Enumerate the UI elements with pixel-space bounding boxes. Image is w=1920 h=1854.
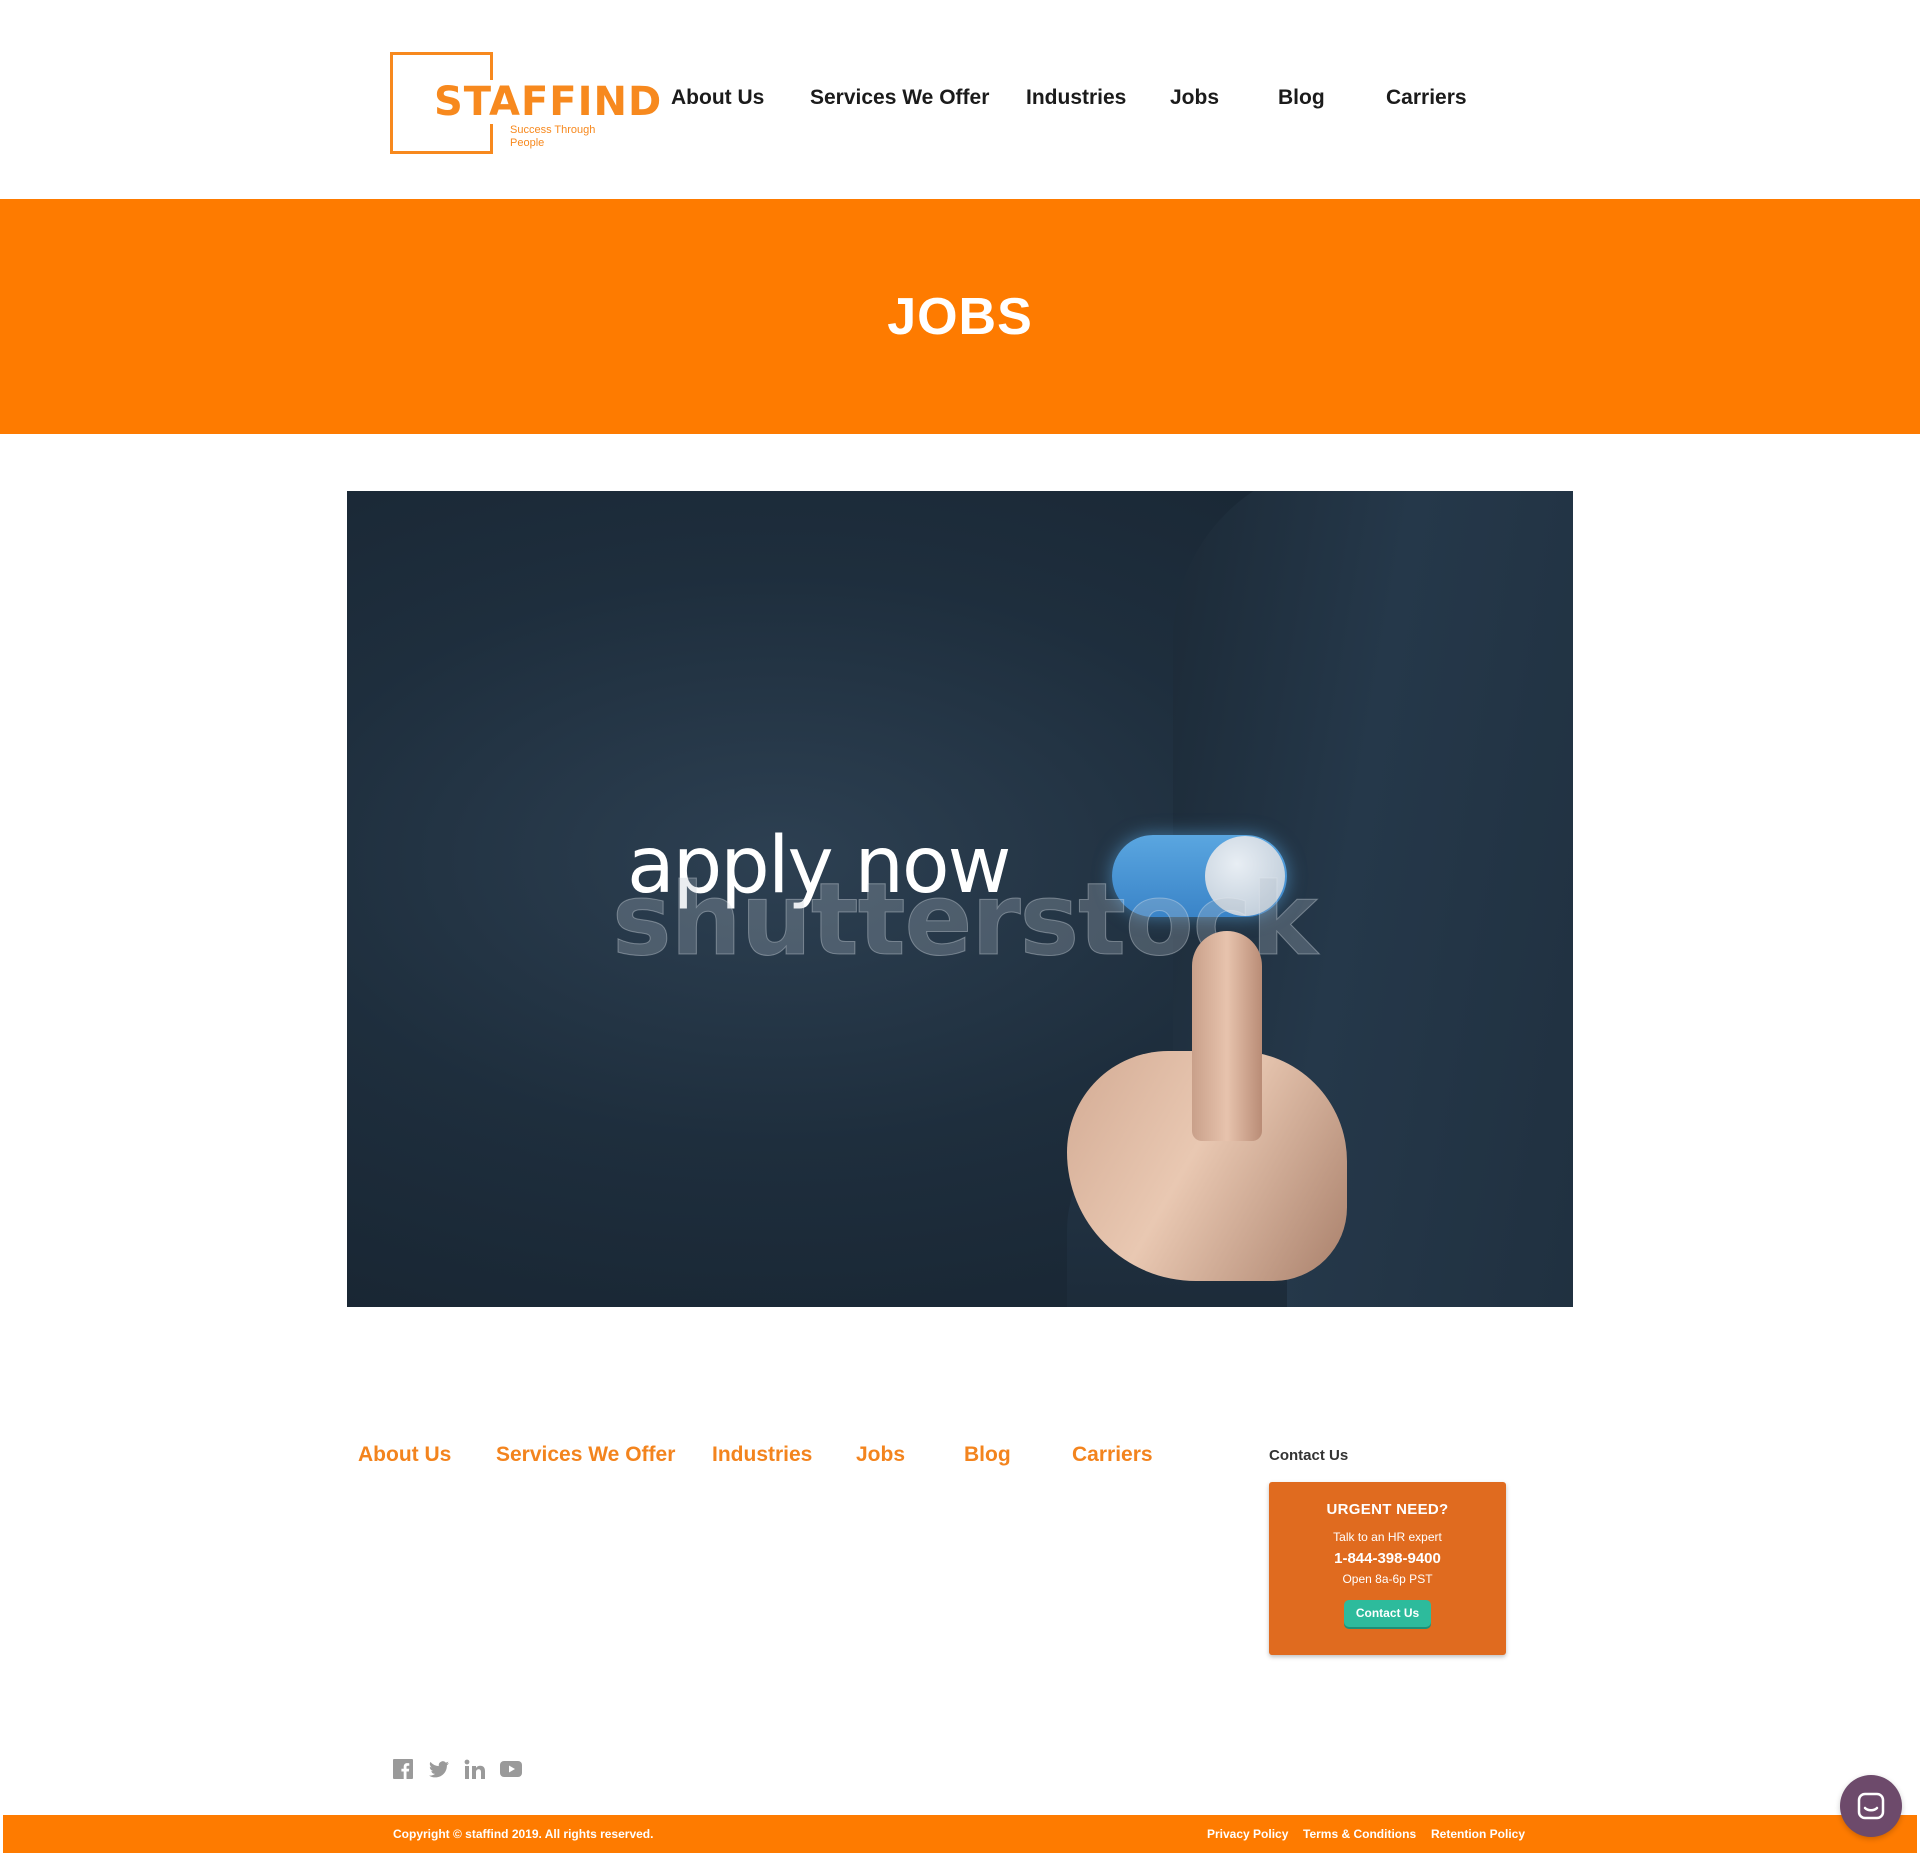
linkedin-icon[interactable] [464,1758,486,1780]
urgent-subtitle: Talk to an HR expert [1333,1530,1442,1544]
contact-us-heading: Contact Us [1269,1447,1349,1464]
nav-jobs[interactable]: Jobs [1170,86,1219,110]
footer-nav-blog[interactable]: Blog [964,1443,1011,1467]
chat-icon [1857,1792,1885,1820]
urgent-title: URGENT NEED? [1326,1501,1449,1518]
nav-blog[interactable]: Blog [1278,86,1325,110]
youtube-icon[interactable] [500,1758,522,1780]
footer-nav-industries[interactable]: Industries [712,1443,812,1467]
contact-us-button[interactable]: Contact Us [1344,1600,1431,1627]
twitter-icon[interactable] [428,1758,450,1780]
page-banner: JOBS [0,199,1920,434]
chat-launcher-button[interactable] [1840,1775,1902,1837]
finger-graphic [1192,931,1262,1141]
phone-number[interactable]: 1-844-398-9400 [1269,1550,1506,1567]
page-title: JOBS [887,288,1033,346]
nav-carriers[interactable]: Carriers [1386,86,1467,110]
logo-wordmark: STAFFIND [432,79,665,125]
footer-nav-services[interactable]: Services We Offer [496,1443,675,1467]
nav-services[interactable]: Services We Offer [810,86,989,110]
site-header: STAFFIND Success Through People About Us… [0,0,1920,199]
retention-policy-link[interactable]: Retention Policy [1431,1827,1525,1841]
footer-bar: Copyright © staffind 2019. All rights re… [3,1815,1917,1853]
footer-nav-jobs[interactable]: Jobs [856,1443,905,1467]
terms-conditions-link[interactable]: Terms & Conditions [1303,1827,1416,1841]
footer-nav-about-us[interactable]: About Us [358,1443,451,1467]
logo-tagline: Success Through People [510,124,596,149]
copyright-text: Copyright © staffind 2019. All rights re… [393,1827,654,1841]
privacy-policy-link[interactable]: Privacy Policy [1207,1827,1288,1841]
footer-nav-carriers[interactable]: Carriers [1072,1443,1153,1467]
hero-image: apply now shutterstock [347,491,1573,1307]
facebook-icon[interactable] [392,1758,414,1780]
nav-about-us[interactable]: About Us [671,86,764,110]
office-hours: Open 8a-6p PST [1342,1572,1433,1586]
urgent-need-card: URGENT NEED? Talk to an HR expert 1-844-… [1269,1482,1506,1655]
staffind-logo[interactable]: STAFFIND Success Through People [390,52,665,154]
nav-industries[interactable]: Industries [1026,86,1126,110]
